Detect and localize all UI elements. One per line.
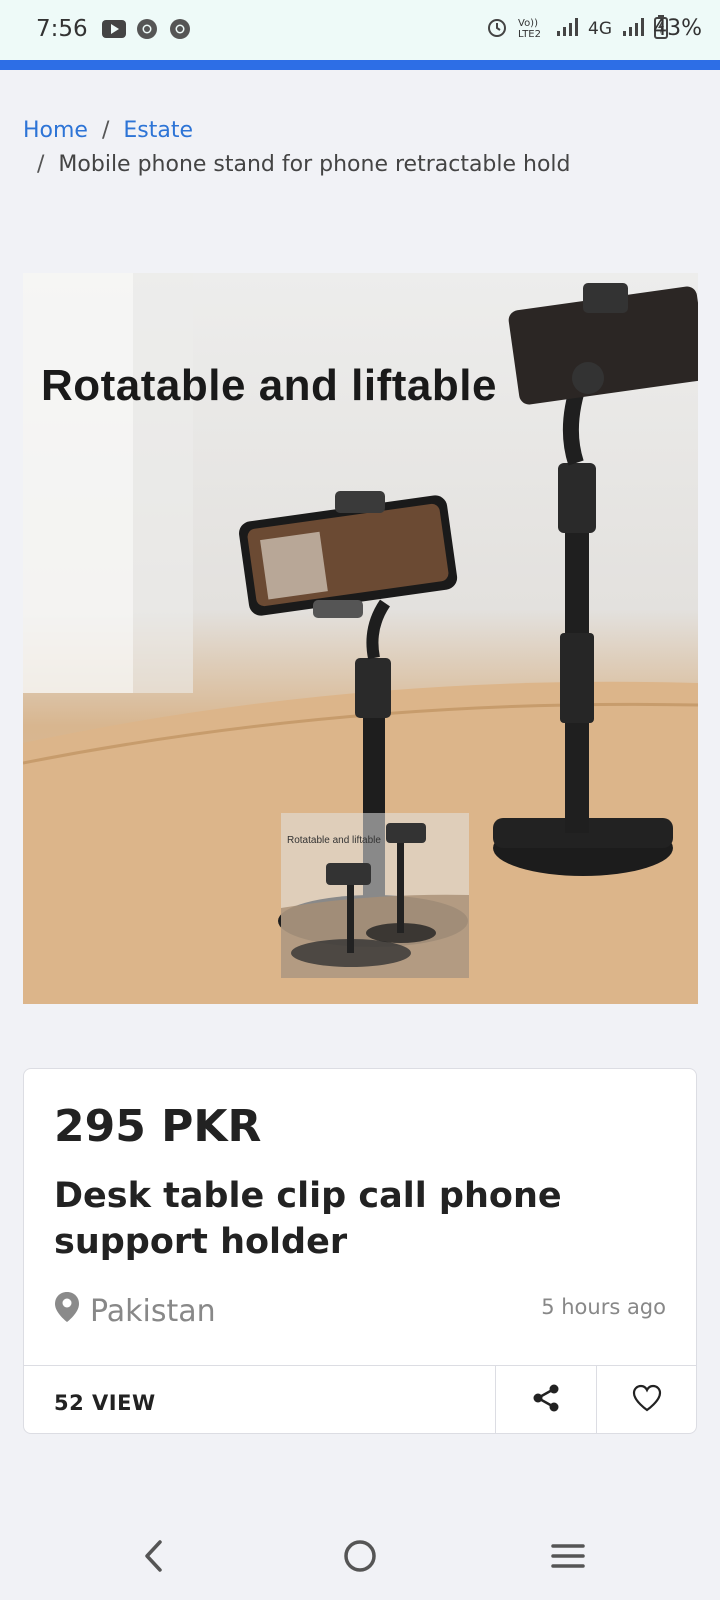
chrome-icon — [135, 18, 159, 40]
system-nav-bar — [0, 1510, 720, 1600]
alarm-icon — [486, 16, 508, 42]
status-time: 7:56 — [36, 16, 88, 42]
favorite-button[interactable] — [596, 1366, 697, 1434]
status-app-icons — [102, 18, 192, 40]
breadcrumb-current: Mobile phone stand for phone retractable… — [58, 152, 571, 177]
location-text: Pakistan — [90, 1293, 216, 1329]
image-caption: Rotatable and liftable — [41, 361, 497, 410]
nav-home-button[interactable] — [330, 1528, 390, 1588]
nav-back-button[interactable] — [124, 1528, 184, 1588]
progress-accent-bar — [0, 60, 720, 70]
home-icon — [343, 1539, 377, 1577]
heart-icon — [632, 1384, 662, 1416]
youtube-icon — [102, 18, 126, 40]
product-image[interactable]: Rotatable and liftable Rotatable and lif… — [23, 273, 698, 1004]
breadcrumb-home-link[interactable]: Home — [23, 118, 88, 143]
listing-price: 295 PKR — [54, 1101, 262, 1152]
listing-title: Desk table clip call phone support holde… — [54, 1176, 562, 1262]
breadcrumb: Home / Estate / Mobile phone stand for phon… — [23, 114, 683, 182]
battery-percent: 43% — [653, 16, 702, 41]
breadcrumb-category-link[interactable]: Estate — [123, 118, 193, 143]
listing-location: Pakistan — [54, 1291, 216, 1331]
status-indicators: Vo)) LTE2 4G — [486, 15, 668, 43]
breadcrumb-row: Home / Estate — [23, 114, 683, 148]
back-icon — [142, 1539, 166, 1577]
nav-menu-button[interactable] — [538, 1528, 598, 1588]
listing-info-card: 295 PKR Desk table clip call phone suppo… — [23, 1068, 697, 1434]
volte-label: Vo)) LTE2 — [518, 18, 541, 40]
breadcrumb-separator: / — [101, 118, 110, 143]
chrome-icon — [168, 18, 192, 40]
breadcrumb-separator: / — [37, 152, 45, 177]
share-icon — [532, 1383, 560, 1417]
location-pin-icon — [54, 1291, 80, 1331]
menu-icon — [551, 1542, 585, 1574]
thumbnail-caption: Rotatable and liftable — [287, 835, 381, 846]
share-button[interactable] — [495, 1366, 596, 1434]
image-thumbnail-overlay: Rotatable and liftable — [281, 813, 469, 978]
signal-icon — [556, 17, 578, 41]
signal-icon — [622, 17, 644, 41]
posted-time: 5 hours ago — [541, 1295, 666, 1319]
view-count: 52 VIEW — [54, 1391, 156, 1415]
status-bar: 7:56 Vo)) LTE2 4G 43% — [0, 0, 720, 60]
network-label: 4G — [588, 19, 612, 39]
breadcrumb-row: / Mobile phone stand for phone retractabl… — [23, 148, 683, 182]
